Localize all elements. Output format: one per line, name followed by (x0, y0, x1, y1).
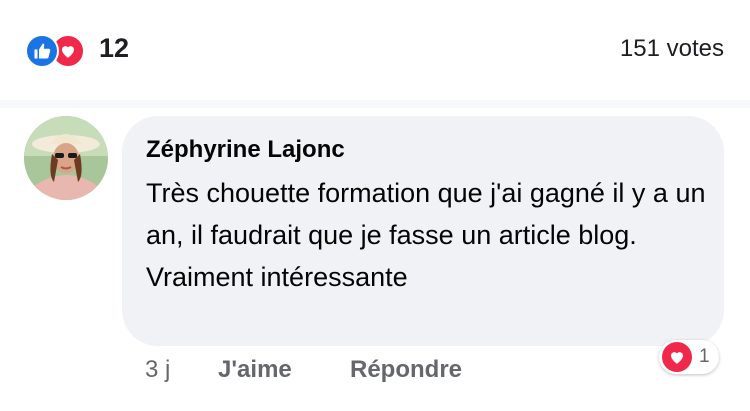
reaction-icons[interactable] (25, 34, 95, 68)
love-icon (662, 342, 692, 372)
comment-reaction-badge[interactable]: 1 (659, 340, 719, 374)
like-button[interactable]: J'aime (218, 356, 292, 384)
reaction-count[interactable]: 12 (99, 33, 129, 64)
divider (0, 100, 750, 108)
comment-author[interactable]: Zéphyrine Lajonc (146, 136, 345, 164)
like-icon (25, 34, 59, 68)
avatar[interactable] (24, 116, 108, 200)
comment-actions: 3 j J'aime Répondre (0, 356, 750, 386)
reply-button[interactable]: Répondre (350, 356, 462, 384)
post-reactions-bar: 12 151 votes (0, 0, 750, 100)
comment-reaction-count: 1 (699, 346, 710, 367)
votes-count[interactable]: 151 votes (620, 35, 724, 63)
comment-timestamp[interactable]: 3 j (145, 356, 170, 384)
comment-text: Très chouette formation que j'ai gagné i… (146, 178, 706, 292)
